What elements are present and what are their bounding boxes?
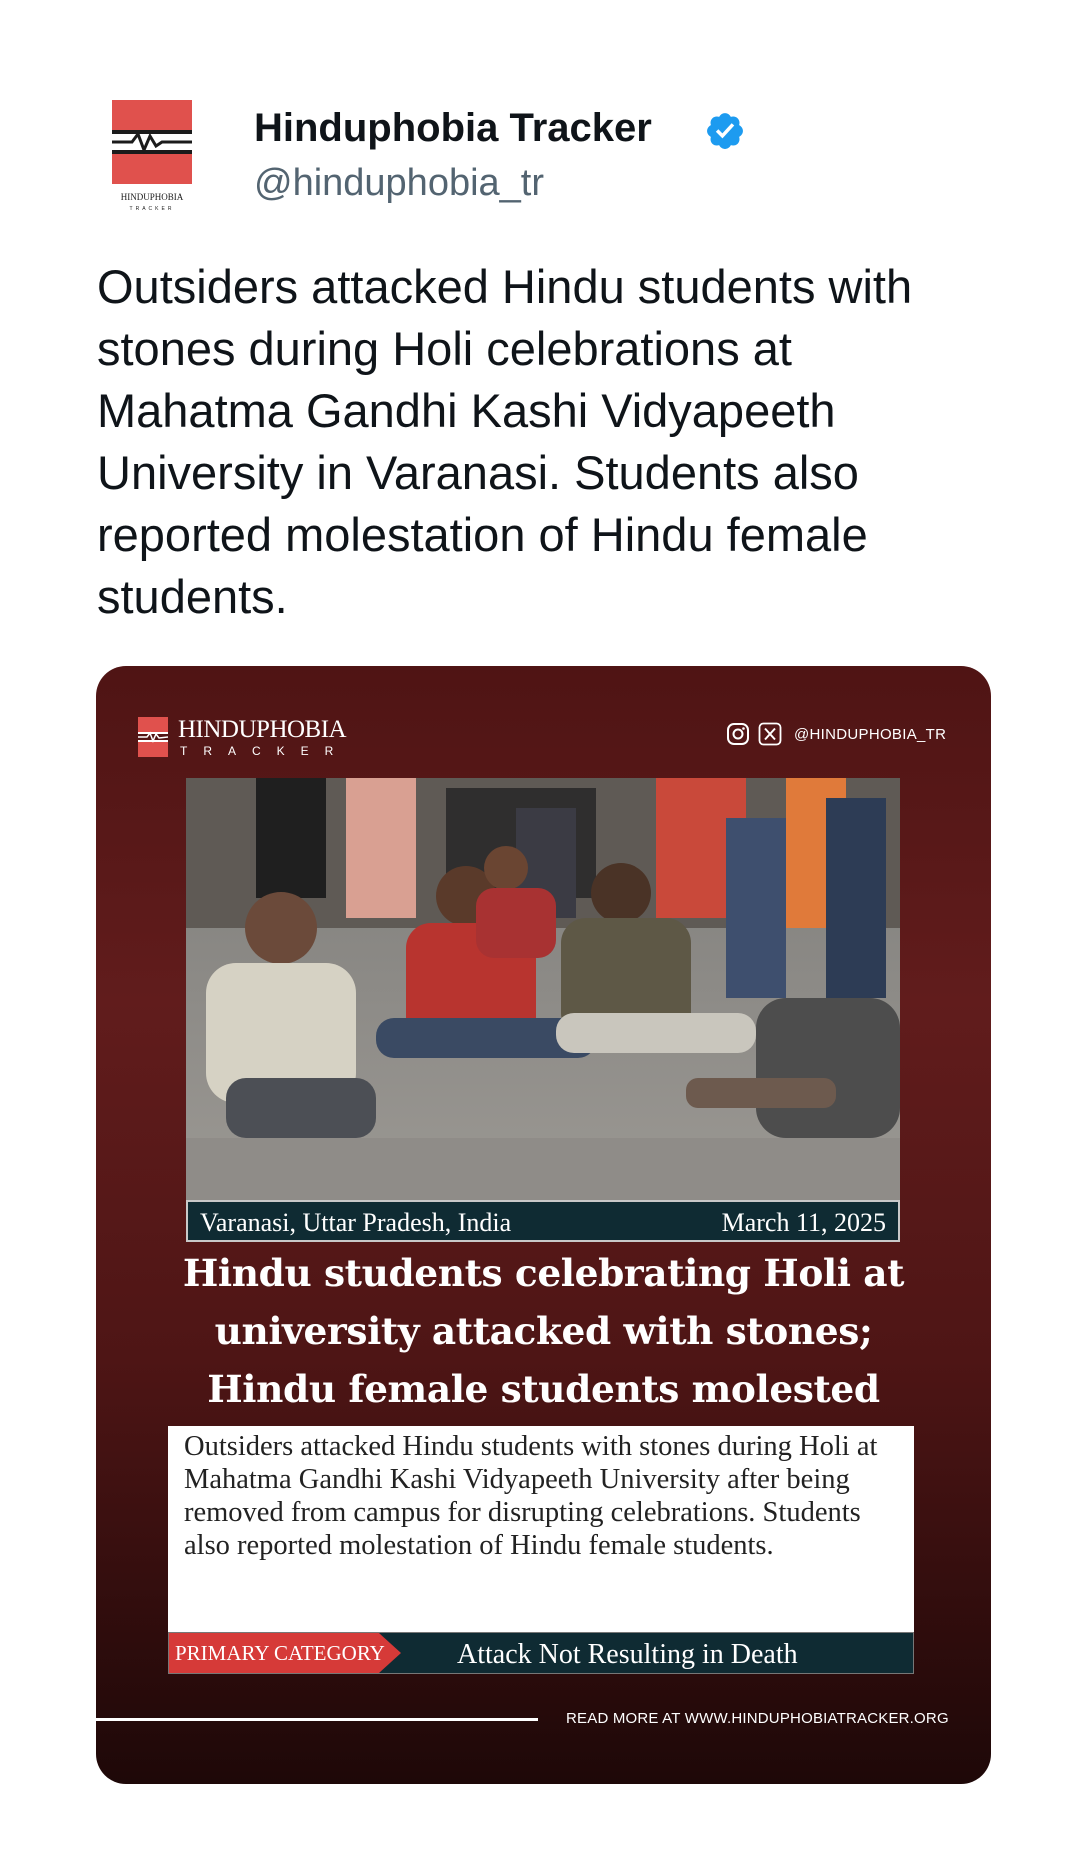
headline-line: Hindu students celebrating Holi at [182, 1251, 905, 1295]
tweet-text: Outsiders attacked Hindu students with s… [97, 260, 913, 623]
instagram-icon [727, 723, 749, 745]
social-icons [726, 722, 782, 746]
avatar[interactable]: HINDUPHOBIA TRACKER [104, 100, 200, 212]
x-icon [758, 722, 782, 746]
news-photo [186, 778, 900, 1200]
author-handle[interactable]: @hinduphobia_tr [254, 162, 544, 205]
category-value: Attack Not Resulting in Death [457, 1639, 798, 1670]
footer-link[interactable]: READ MORE AT WWW.HINDUPHOBIATRACKER.ORG [566, 1710, 949, 1727]
brand-sub: TRACKER [180, 744, 350, 758]
incident-date: March 11, 2025 [721, 1208, 886, 1237]
social-handle: @HINDUPHOBIA_TR [794, 726, 947, 743]
incident-location: Varanasi, Uttar Pradesh, India [200, 1208, 512, 1237]
verified-badge-icon [707, 113, 743, 149]
headline-line: university attacked with stones; [214, 1309, 873, 1353]
card-summary: Outsiders attacked Hindu students with s… [168, 1426, 914, 1632]
avatar-logo-subtext: TRACKER [130, 206, 175, 212]
brand-name: HINDUPHOBIA [178, 716, 347, 743]
heartbeat-logo-icon [138, 717, 168, 757]
avatar-logo-text: HINDUPHOBIA [121, 192, 184, 202]
footer-divider [96, 1718, 538, 1721]
author-name[interactable]: Hinduphobia Tracker [254, 106, 652, 151]
category-bar: PRIMARY CATEGORY Attack Not Resulting in… [168, 1632, 914, 1674]
card-headline: Hindu students celebrating Holi at unive… [136, 1244, 951, 1418]
media-card[interactable]: HINDUPHOBIA TRACKER @HINDUPHOBIA_TR Vara… [96, 666, 991, 1784]
location-bar: Varanasi, Uttar Pradesh, India March 11,… [186, 1200, 900, 1242]
category-label: PRIMARY CATEGORY [169, 1633, 401, 1673]
headline-line: Hindu female students molested [207, 1367, 880, 1411]
